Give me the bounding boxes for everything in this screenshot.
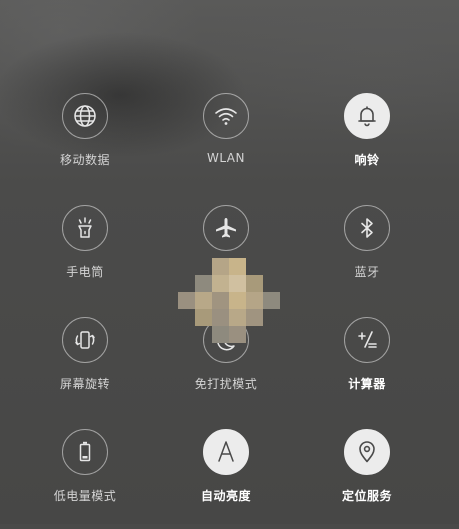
toggle-label: 响铃 <box>354 153 380 167</box>
toggle-circle[interactable] <box>344 429 390 475</box>
toggle-circle[interactable] <box>62 205 108 251</box>
toggle-auto-brightness[interactable]: 自动亮度 <box>156 429 296 529</box>
calculator-icon <box>358 331 377 348</box>
bluetooth-icon <box>361 218 373 238</box>
toggle-mobile-data[interactable]: 移动数据 <box>15 93 155 193</box>
battery-icon <box>79 441 91 462</box>
wifi-icon <box>215 108 237 125</box>
toggle-circle[interactable] <box>203 205 249 251</box>
rotate-icon <box>75 331 95 349</box>
toggle-circle[interactable] <box>62 317 108 363</box>
toggle-label: 定位服务 <box>341 489 392 503</box>
bell-icon <box>358 106 376 127</box>
toggle-circle[interactable] <box>344 205 390 251</box>
pixelated-redaction-overlay <box>178 258 280 344</box>
toggle-circle[interactable] <box>62 429 108 475</box>
toggle-calculator[interactable]: 计算器 <box>297 317 437 417</box>
toggle-label: 低电量模式 <box>53 489 117 503</box>
toggle-circle[interactable] <box>62 93 108 139</box>
toggle-label: 手电筒 <box>66 265 104 279</box>
toggle-wlan[interactable]: WLAN <box>156 93 296 193</box>
toggle-screen-rotation[interactable]: 屏幕旋转 <box>15 317 155 417</box>
toggle-circle[interactable] <box>344 317 390 363</box>
toggle-circle[interactable] <box>203 93 249 139</box>
auto-brightness-icon <box>218 441 234 462</box>
toggle-circle[interactable] <box>344 93 390 139</box>
toggle-circle[interactable] <box>203 429 249 475</box>
toggle-label: WLAN <box>206 151 245 165</box>
toggle-location-service[interactable]: 定位服务 <box>297 429 437 529</box>
toggle-label: 自动亮度 <box>200 489 251 503</box>
globe-icon <box>74 105 96 127</box>
toggle-label: 计算器 <box>348 377 386 391</box>
toggle-low-power-mode[interactable]: 低电量模式 <box>15 429 155 529</box>
toggle-label: 免打扰模式 <box>194 377 258 391</box>
toggle-ring[interactable]: 响铃 <box>297 93 437 193</box>
flashlight-icon <box>78 217 92 238</box>
location-icon <box>359 441 375 463</box>
toggle-label: 移动数据 <box>59 153 110 167</box>
toggle-bluetooth[interactable]: 蓝牙 <box>297 205 437 305</box>
airplane-icon <box>216 218 236 238</box>
toggle-label: 蓝牙 <box>354 265 380 279</box>
toggle-label: 屏幕旋转 <box>59 377 110 391</box>
toggle-flashlight[interactable]: 手电筒 <box>15 205 155 305</box>
